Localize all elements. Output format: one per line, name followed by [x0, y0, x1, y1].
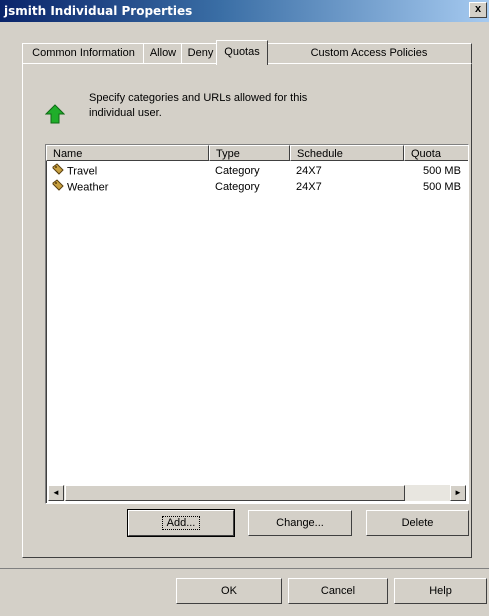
scroll-right-button[interactable]: ►: [450, 485, 466, 501]
divider: [0, 568, 489, 569]
window-title: jsmith Individual Properties: [4, 4, 193, 18]
row-schedule: 24X7: [296, 165, 322, 177]
scroll-thumb[interactable]: [65, 485, 405, 501]
row-type: Category: [215, 165, 260, 177]
column-header-name[interactable]: Name: [46, 145, 209, 161]
column-header-schedule[interactable]: Schedule: [290, 145, 404, 161]
help-button[interactable]: Help: [394, 578, 487, 604]
close-button[interactable]: x: [469, 2, 487, 18]
cell-name: Travel: [46, 163, 97, 180]
title-bar: jsmith Individual Properties x: [0, 0, 489, 22]
quotas-panel: Specify categories and URLs allowed for …: [22, 63, 472, 558]
add-button[interactable]: Add...: [127, 509, 235, 537]
list-item[interactable]: Weather Category 24X7 500 MB: [46, 179, 468, 195]
change-button[interactable]: Change...: [248, 510, 352, 536]
info-text: Specify categories and URLs allowed for …: [89, 92, 308, 119]
green-up-arrow-icon: [44, 104, 66, 127]
add-button-label: Add...: [161, 516, 201, 530]
row-quota: 500 MB: [423, 181, 461, 193]
cell-name: Weather: [46, 179, 108, 196]
horizontal-scrollbar[interactable]: ◄ ►: [48, 485, 466, 501]
tab-deny[interactable]: Deny: [181, 43, 220, 64]
row-name: Travel: [67, 165, 98, 178]
category-tag-icon: [52, 179, 64, 196]
category-tag-icon: [52, 163, 64, 180]
tab-common-information[interactable]: Common Information: [22, 43, 145, 64]
list-item[interactable]: Travel Category 24X7 500 MB: [46, 163, 468, 179]
scroll-left-button[interactable]: ◄: [48, 485, 64, 501]
quota-list[interactable]: Name Type Schedule Quota Travel Category…: [45, 144, 469, 504]
delete-button[interactable]: Delete: [366, 510, 469, 536]
ok-button[interactable]: OK: [176, 578, 282, 604]
tab-quotas[interactable]: Quotas: [216, 40, 268, 65]
column-header-type[interactable]: Type: [209, 145, 290, 161]
tab-custom-access-policies[interactable]: Custom Access Policies: [266, 43, 472, 64]
tab-allow[interactable]: Allow: [143, 43, 183, 64]
row-name: Weather: [67, 181, 109, 194]
row-schedule: 24X7: [296, 181, 322, 193]
row-quota: 500 MB: [423, 165, 461, 177]
list-header: Name Type Schedule Quota: [46, 145, 468, 162]
column-header-quota[interactable]: Quota: [404, 145, 468, 161]
cancel-button[interactable]: Cancel: [288, 578, 388, 604]
row-type: Category: [215, 181, 260, 193]
